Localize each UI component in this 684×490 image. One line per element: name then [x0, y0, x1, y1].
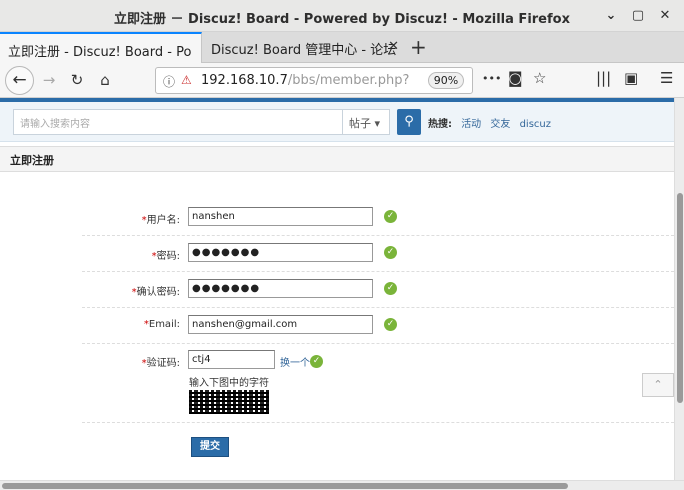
hot-link-discuz[interactable]: discuz — [520, 119, 551, 130]
bookmark-star-icon[interactable]: ☆ — [533, 69, 546, 87]
check-icon: ✓ — [384, 246, 397, 259]
search-input[interactable]: 请输入搜索内容 — [13, 109, 343, 135]
back-button[interactable]: ← — [5, 66, 34, 95]
check-icon: ✓ — [310, 355, 323, 368]
confirm-password-label: *确认密码: — [131, 287, 180, 298]
vertical-scrollbar[interactable] — [674, 98, 684, 480]
minimize-button[interactable]: ⌄ — [602, 7, 620, 25]
back-to-top-button[interactable]: ⌃ — [642, 373, 674, 397]
search-button[interactable]: ⚲ — [397, 109, 421, 135]
password-label: *密码: — [151, 251, 180, 262]
username-field[interactable]: nanshen — [188, 207, 373, 226]
close-window-button[interactable]: ✕ — [656, 7, 674, 25]
scroll-thumb[interactable] — [2, 483, 568, 489]
tab-admin-center[interactable]: Discuz! Board 管理中心 - 论坛 ✕ — [203, 32, 405, 63]
email-field[interactable]: nanshen@gmail.com — [188, 315, 373, 334]
window-titlebar: 立即注册 － Discuz! Board - Powered by Discuz… — [0, 0, 684, 32]
tab-label: Discuz! Board 管理中心 - 论坛 — [211, 43, 397, 58]
url-text: 192.168.10.7/bbs/member.php? — [201, 73, 410, 88]
submit-button[interactable]: 提交 — [191, 437, 229, 457]
maximize-button[interactable]: ▢ — [629, 7, 647, 25]
username-label: *用户名: — [141, 215, 180, 226]
pocket-icon[interactable]: ◙ — [508, 69, 523, 87]
home-button[interactable]: ⌂ — [93, 68, 117, 92]
new-tab-button[interactable]: + — [410, 35, 427, 59]
email-label: *Email: — [143, 319, 180, 330]
captcha-field[interactable]: ctj4 — [188, 350, 275, 369]
page-title: 立即注册 — [10, 154, 54, 167]
reload-button[interactable]: ↻ — [65, 68, 89, 92]
form-row-captcha: *验证码: ctj4 — [82, 344, 674, 423]
navigation-toolbar: ← → ↻ ⌂ ⓘ ⚠ 192.168.10.7/bbs/member.php?… — [0, 63, 684, 98]
check-icon: ✓ — [384, 282, 397, 295]
hot-search-label: 热搜: — [428, 119, 452, 130]
scroll-thumb[interactable] — [677, 193, 683, 403]
back-to-top-icon: ⌃ — [653, 378, 663, 391]
hot-link-friends[interactable]: 交友 — [490, 119, 510, 130]
check-icon: ✓ — [384, 210, 397, 223]
url-bar[interactable]: ⓘ ⚠ 192.168.10.7/bbs/member.php? 90% — [155, 67, 473, 94]
page-content: 请输入搜索内容 帖子 ▾ ⚲ 热搜: 活动 交友 discuz 立即注册 *用户… — [0, 98, 674, 480]
captcha-change-link[interactable]: 换一个 — [280, 354, 310, 369]
sidebar-icon[interactable]: ▣ — [624, 69, 638, 87]
confirm-password-field[interactable]: ●●●●●●● — [188, 279, 373, 298]
password-field[interactable]: ●●●●●●● — [188, 243, 373, 262]
horizontal-scrollbar[interactable] — [0, 480, 684, 490]
captcha-label: *验证码: — [141, 358, 180, 369]
search-icon: ⚲ — [404, 114, 414, 129]
tab-close-icon[interactable]: ✕ — [388, 39, 399, 54]
zoom-indicator[interactable]: 90% — [428, 72, 464, 89]
tab-label: 立即注册 - Discuz! Board - Po — [8, 45, 192, 60]
tab-bar: 立即注册 - Discuz! Board - Po Discuz! Board … — [0, 32, 684, 63]
search-type-select[interactable]: 帖子 ▾ — [343, 109, 390, 135]
page-actions-icon[interactable]: ••• — [482, 72, 501, 85]
form-row-password: *密码: ●●●●●●● ✓ — [82, 236, 674, 272]
form-row-username: *用户名: nanshen ✓ — [82, 200, 674, 236]
captcha-image[interactable] — [189, 390, 269, 414]
check-icon: ✓ — [384, 318, 397, 331]
menu-icon[interactable]: ☰ — [660, 69, 673, 87]
form-row-confirm-password: *确认密码: ●●●●●●● ✓ — [82, 272, 674, 308]
hot-search: 热搜: 活动 交友 discuz — [428, 115, 551, 130]
info-icon[interactable]: ⓘ — [163, 73, 175, 90]
tab-register[interactable]: 立即注册 - Discuz! Board - Po — [0, 32, 202, 63]
window-title: 立即注册 － Discuz! Board - Powered by Discuz… — [114, 12, 570, 27]
hot-link-activity[interactable]: 活动 — [461, 119, 481, 130]
section-header: 立即注册 — [0, 146, 674, 172]
captcha-hint: 输入下图中的字符 — [189, 378, 269, 389]
search-zone: 请输入搜索内容 帖子 ▾ ⚲ 热搜: 活动 交友 discuz — [0, 102, 674, 142]
library-icon[interactable]: ||| — [596, 69, 611, 87]
insecure-lock-icon[interactable]: ⚠ — [181, 73, 192, 87]
form-row-email: *Email: nanshen@gmail.com ✓ — [82, 308, 674, 344]
forward-button[interactable]: → — [37, 68, 61, 92]
